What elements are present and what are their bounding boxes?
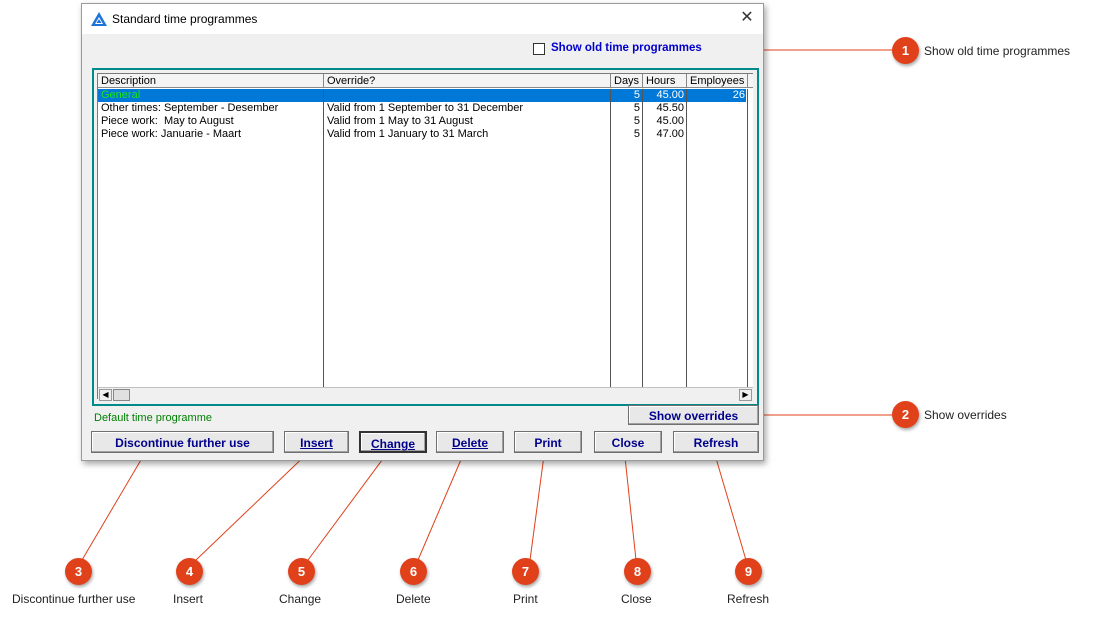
callout-badge-2: 2	[892, 401, 919, 428]
callout-label-6: Delete	[396, 592, 431, 606]
cell-days: 5	[633, 102, 640, 114]
column-header-days[interactable]: Days	[611, 74, 643, 88]
table-row[interactable]: Other times: September - Desember Valid …	[98, 102, 746, 115]
app-logo-icon	[91, 12, 107, 26]
change-button[interactable]: Change	[359, 431, 427, 453]
cell-days: 5	[633, 89, 640, 101]
column-header-employees[interactable]: Employees	[687, 74, 748, 88]
window-title: Standard time programmes	[112, 12, 258, 26]
callout-label-8: Close	[621, 592, 652, 606]
callout-label-7: Print	[513, 592, 538, 606]
cell-override	[327, 89, 609, 102]
cell-employees	[687, 102, 745, 115]
column-divider	[323, 89, 324, 387]
scroll-left-icon[interactable]: ◀	[99, 389, 112, 401]
print-button[interactable]: Print	[514, 431, 582, 453]
callout-label-4: Insert	[173, 592, 204, 606]
show-old-checkbox[interactable]	[533, 43, 545, 55]
callout-badge-5: 5	[288, 558, 315, 585]
callout-label-9: Refresh	[727, 592, 770, 606]
dialog-window: Standard time programmes ✕ Show old time…	[81, 3, 764, 461]
column-divider	[747, 89, 748, 387]
close-icon[interactable]: ✕	[738, 8, 756, 28]
callout-badge-1: 1	[892, 37, 919, 64]
discontinue-button[interactable]: Discontinue further use	[91, 431, 274, 453]
callout-badge-9: 9	[735, 558, 762, 585]
scrollbar-thumb[interactable]	[113, 389, 130, 401]
cell-override: Valid from 1 January to 31 March	[327, 128, 489, 140]
table-row[interactable]: General 5 45.00 26	[98, 89, 746, 102]
show-overrides-button[interactable]: Show overrides	[628, 405, 759, 425]
column-divider	[610, 89, 611, 387]
callout-label-2: Show overrides	[924, 408, 1007, 422]
horizontal-scrollbar[interactable]: ◀ ▶	[98, 387, 753, 402]
cell-hours: 47.00	[656, 128, 684, 140]
cell-override: Valid from 1 May to 31 August	[327, 115, 473, 127]
cell-hours: 45.00	[656, 89, 684, 101]
callout-badge-8: 8	[624, 558, 651, 585]
cell-override: Valid from 1 September to 31 December	[327, 102, 524, 114]
cell-description: Piece work: May to August	[101, 115, 234, 127]
callout-label-1: Show old time programmes	[924, 44, 1071, 58]
cell-employees: 26	[732, 89, 745, 101]
insert-button[interactable]: Insert	[284, 431, 349, 453]
callout-badge-6: 6	[400, 558, 427, 585]
column-header-hours[interactable]: Hours	[643, 74, 687, 88]
list-view[interactable]: Description Override? Days Hours Employe…	[97, 73, 753, 402]
column-divider	[686, 89, 687, 387]
default-programme-label: Default time programme	[94, 412, 212, 424]
delete-button[interactable]: Delete	[436, 431, 504, 453]
table-row[interactable]: Piece work: Januarie - Maart Valid from …	[98, 128, 746, 141]
column-divider	[642, 89, 643, 387]
refresh-button[interactable]: Refresh	[673, 431, 759, 453]
callout-badge-4: 4	[176, 558, 203, 585]
cell-days: 5	[633, 128, 640, 140]
callout-badge-7: 7	[512, 558, 539, 585]
cell-hours: 45.50	[656, 102, 684, 114]
scroll-right-icon[interactable]: ▶	[739, 389, 752, 401]
table-row[interactable]: Piece work: May to August Valid from 1 M…	[98, 115, 746, 128]
column-header-description[interactable]: Description	[98, 74, 324, 88]
close-button[interactable]: Close	[594, 431, 662, 453]
time-programme-list: Description Override? Days Hours Employe…	[92, 68, 759, 406]
cell-description: Other times: September - Desember	[101, 102, 279, 114]
cell-hours: 45.00	[656, 115, 684, 127]
cell-employees	[687, 115, 745, 128]
callout-label-5: Change	[279, 592, 322, 606]
cell-description: General	[101, 89, 141, 101]
title-bar[interactable]: Standard time programmes ✕	[82, 4, 763, 34]
column-header-filler	[748, 74, 753, 88]
show-old-label[interactable]: Show old time programmes	[551, 42, 702, 54]
callout-badge-3: 3	[65, 558, 92, 585]
callout-label-3: Discontinue further use	[12, 592, 136, 606]
cell-days: 5	[633, 115, 640, 127]
cell-description: Piece work: Januarie - Maart	[101, 128, 241, 140]
column-header-override[interactable]: Override?	[324, 74, 611, 88]
cell-employees	[687, 128, 745, 141]
